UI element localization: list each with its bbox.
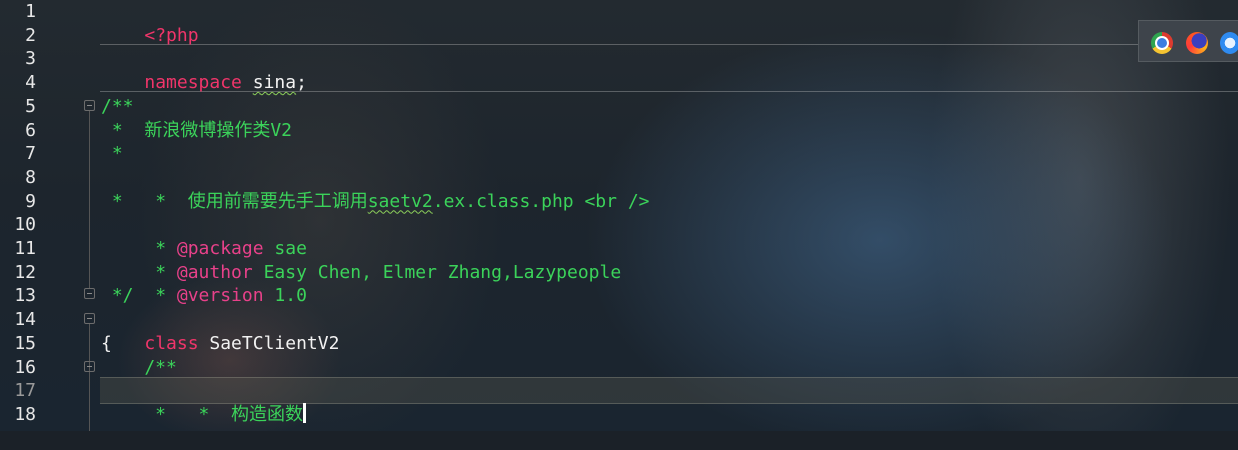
- fold-toggle-icon[interactable]: [84, 100, 95, 111]
- code-line-13[interactable]: */: [101, 284, 134, 308]
- code-line-15[interactable]: {: [101, 332, 112, 356]
- text-cursor: [303, 402, 307, 423]
- fold-guide: [89, 324, 90, 431]
- comment-star: *: [144, 285, 177, 307]
- line-number: 1: [25, 1, 36, 22]
- line-number: 5: [25, 95, 36, 117]
- code-line-18[interactable]: *: [101, 403, 166, 427]
- comment-text: * 构造函数: [144, 403, 304, 425]
- comment-text: .ex.class.php <br />: [432, 190, 650, 212]
- comment-text: * 使用前需要先手工调用: [144, 190, 368, 212]
- line-number-gutter: 1 2 3 4 5 6 7 8 9 10 11 12 13 14 15 16 1…: [0, 0, 98, 431]
- namespace-keyword: namespace: [144, 72, 242, 94]
- line-number: 15: [14, 332, 36, 354]
- fold-toggle-icon[interactable]: [84, 313, 95, 324]
- line-number: 10: [14, 214, 36, 236]
- line-number: 3: [25, 48, 36, 70]
- line-number: 13: [14, 285, 36, 307]
- spellcheck-word: saetv2: [367, 190, 433, 212]
- line-number: 12: [14, 261, 36, 283]
- code-line-5[interactable]: /**: [101, 95, 134, 119]
- doc-tag-value: 1.0: [263, 285, 307, 307]
- php-open-tag: <?php: [144, 24, 199, 46]
- line-number: 8: [25, 166, 36, 188]
- doc-tag-version: @version: [176, 285, 264, 307]
- line-number: 7: [25, 143, 36, 165]
- line-number: 16: [14, 356, 36, 378]
- class-keyword: class: [144, 332, 199, 354]
- code-line-7[interactable]: *: [101, 142, 123, 166]
- chrome-icon[interactable]: [1151, 32, 1173, 54]
- namespace-name: sina: [252, 72, 297, 94]
- browser-preview-bar: [1138, 20, 1238, 62]
- line-number: 2: [25, 24, 36, 46]
- line-number: 14: [14, 309, 36, 331]
- code-line-6[interactable]: * 新浪微博操作类V2: [101, 119, 292, 143]
- line-number-current: 17: [14, 380, 36, 402]
- safari-icon[interactable]: [1220, 32, 1238, 54]
- line-number: 9: [25, 190, 36, 212]
- fold-end-icon[interactable]: [84, 288, 95, 299]
- firefox-icon[interactable]: [1186, 32, 1208, 54]
- doc-tag-value: Easy Chen, Elmer Zhang,Lazypeople: [252, 261, 622, 283]
- section-separator: [100, 44, 1238, 45]
- class-name: SaeTClientV2: [198, 332, 340, 354]
- code-line-9[interactable]: *: [101, 190, 123, 214]
- line-number: 4: [25, 72, 36, 94]
- line-number: 18: [14, 403, 36, 425]
- fold-guide: [89, 111, 90, 288]
- fold-toggle-icon[interactable]: [84, 361, 95, 372]
- code-line-16[interactable]: /**: [101, 356, 177, 380]
- semicolon: ;: [296, 72, 307, 94]
- line-number: 6: [25, 119, 36, 141]
- line-number: 11: [14, 238, 36, 259]
